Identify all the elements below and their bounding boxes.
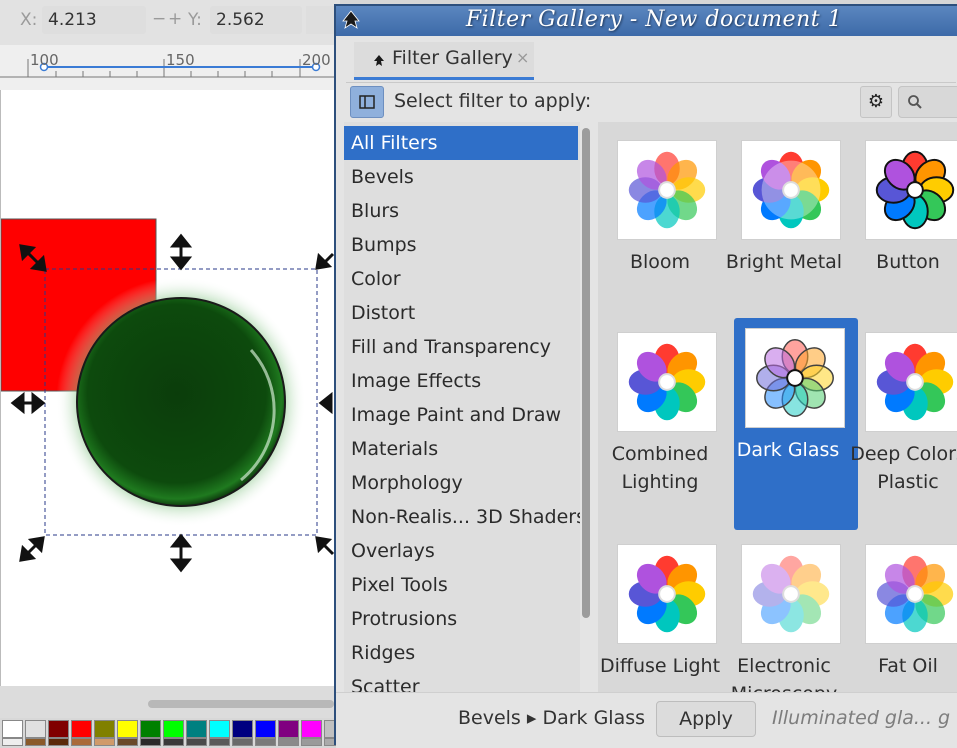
y-field[interactable]: 2.562 (210, 6, 302, 34)
sidebar-icon (359, 95, 375, 109)
category-item[interactable]: Bumps (344, 228, 578, 262)
category-item[interactable]: Non-Realis... 3D Shaders (344, 500, 580, 534)
horizontal-ruler[interactable]: 100 150 200 (0, 45, 340, 91)
filter-label: Bloom (629, 251, 691, 273)
close-icon[interactable]: × (516, 48, 529, 67)
filter-grid[interactable]: Bloom Bright Metal Button Combined Lighting… (598, 122, 957, 692)
category-item[interactable]: Distort (344, 296, 578, 330)
filter-label: Electronic Microscopy (731, 655, 837, 692)
dialog-tab-bar: Filter Gallery × (346, 42, 956, 83)
category-item[interactable]: Morphology (344, 466, 578, 500)
x-decrement-button[interactable]: − (152, 9, 166, 29)
toggle-sidebar-button[interactable] (350, 86, 384, 118)
filter-thumbnail-plastic (865, 332, 957, 432)
category-item[interactable]: Blurs (344, 194, 578, 228)
filter-thumbnail-oil (865, 544, 957, 644)
color-palette[interactable] (0, 718, 345, 746)
filter-description: Illuminated gla... g fr (772, 707, 957, 729)
filter-tile[interactable]: Dark Glass (734, 318, 858, 530)
filter-gallery-icon (374, 55, 384, 66)
ruler-label-150: 150 (166, 51, 195, 69)
dialog-titlebar[interactable]: Filter Gallery - New document 1 (336, 6, 957, 36)
palette-swatch[interactable] (301, 720, 322, 738)
tab-label: Filter Gallery (392, 47, 513, 69)
filter-tile[interactable]: Deep Colors Plastic (846, 314, 957, 526)
category-item[interactable]: Image Paint and Draw (344, 398, 578, 432)
category-item[interactable]: Ridges (344, 636, 578, 670)
select-filter-label: Select filter to apply: (394, 90, 592, 112)
category-item[interactable]: Pixel Tools (344, 568, 578, 602)
canvas-drawing[interactable] (0, 90, 335, 686)
filter-thumbnail-glass (745, 328, 845, 428)
filter-tile[interactable]: Button (846, 122, 957, 314)
filter-label: Deep Colors Plastic (850, 443, 957, 493)
palette-swatch[interactable] (117, 720, 138, 738)
category-scrollbar[interactable] (582, 128, 590, 618)
palette-swatch[interactable] (163, 720, 184, 738)
category-item[interactable]: Image Effects (344, 364, 578, 398)
filter-label: Bright Metal (725, 251, 843, 273)
dialog-title: Filter Gallery - New document 1 (465, 7, 843, 32)
breadcrumb: Bevels ▸ Dark Glass (458, 707, 646, 729)
category-list[interactable]: All Filters Bevels Blurs Bumps Color Distort F… (344, 122, 580, 692)
palette-swatch[interactable] (71, 720, 92, 738)
scrollbar-thumb[interactable] (148, 700, 334, 708)
palette-swatch[interactable] (209, 720, 230, 738)
category-item[interactable]: Scatter (344, 670, 578, 692)
filter-thumbnail-plain (617, 332, 717, 432)
filter-thumbnail-metal (741, 140, 841, 240)
search-icon (908, 95, 922, 109)
filter-tile[interactable]: Bright Metal (722, 122, 846, 314)
x-field[interactable]: 4.213 (42, 6, 146, 34)
filter-thumbnail-button (865, 140, 957, 240)
apply-button[interactable]: Apply (656, 701, 756, 737)
category-item[interactable]: Protrusions (344, 602, 578, 636)
horizontal-scrollbar[interactable] (0, 686, 340, 718)
palette-swatch[interactable] (278, 720, 299, 738)
filter-label: Combined Lighting (611, 443, 709, 493)
filter-tile[interactable]: Diffuse Light (598, 526, 722, 692)
palette-swatch[interactable] (48, 720, 69, 738)
filter-thumbnail-micro (741, 544, 841, 644)
palette-swatch[interactable] (2, 720, 23, 738)
filter-label: Dark Glass (736, 439, 840, 461)
filter-tile[interactable]: Fat Oil (846, 526, 957, 692)
category-item[interactable]: Fill and Transparency (344, 330, 578, 364)
category-item[interactable]: Overlays (344, 534, 578, 568)
palette-swatch[interactable] (186, 720, 207, 738)
palette-swatch[interactable] (140, 720, 161, 738)
x-label: X: (20, 10, 38, 30)
filter-label: Fat Oil (878, 655, 938, 677)
palette-swatch[interactable] (232, 720, 253, 738)
dialog-footer: Bevels ▸ Dark Glass Apply Illuminated gl… (336, 692, 957, 748)
ruler-label-100: 100 (30, 51, 59, 69)
category-item[interactable]: Color (344, 262, 578, 296)
filter-tile[interactable]: Combined Lighting (598, 314, 722, 526)
tab-filter-gallery[interactable]: Filter Gallery × (354, 42, 534, 80)
tool-controls-bar: X: 4.213 − + Y: 2.562 (0, 0, 340, 46)
ruler-label-200: 200 (302, 51, 331, 69)
category-item[interactable]: Bevels (344, 160, 578, 194)
filter-label: Button (876, 251, 940, 273)
gear-icon: ⚙ (867, 91, 885, 112)
drawing-canvas[interactable] (0, 90, 335, 686)
filter-tile[interactable]: Electronic Microscopy (722, 526, 846, 692)
search-input[interactable] (898, 86, 957, 118)
palette-swatch[interactable] (255, 720, 276, 738)
filter-thumbnail-plain (617, 544, 717, 644)
filter-label: Diffuse Light (599, 655, 721, 677)
filter-tile[interactable]: Bloom (598, 122, 722, 314)
filter-thumbnail-bloom (617, 140, 717, 240)
category-item[interactable]: All Filters (344, 126, 578, 160)
settings-button[interactable]: ⚙ (860, 86, 892, 118)
y-label: Y: (188, 10, 202, 30)
category-item[interactable]: Materials (344, 432, 578, 466)
x-increment-button[interactable]: + (168, 9, 182, 29)
palette-swatch[interactable] (25, 720, 46, 738)
y-field-end (306, 6, 334, 34)
palette-swatch[interactable] (94, 720, 115, 738)
filter-gallery-dialog: Filter Gallery - New document 1 Filter G… (334, 4, 957, 748)
